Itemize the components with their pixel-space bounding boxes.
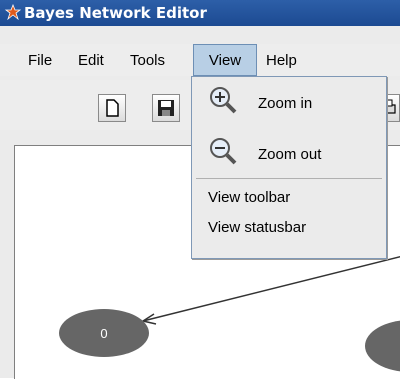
app-icon: [4, 4, 22, 21]
zoom-out-label: Zoom out: [258, 146, 322, 163]
view-toolbar-label: View toolbar: [208, 189, 291, 206]
menu-file[interactable]: File: [24, 48, 56, 74]
zoom-out-icon: [210, 138, 237, 165]
menu-item-zoom-in[interactable]: Zoom in: [192, 85, 386, 129]
menu-view[interactable]: View: [193, 44, 257, 76]
edge-arrow: [142, 255, 400, 322]
save-icon: [158, 100, 174, 116]
window-title: Bayes Network Editor: [24, 4, 207, 22]
network-node-partial[interactable]: [365, 320, 400, 372]
menu-item-view-toolbar[interactable]: View toolbar: [192, 187, 386, 211]
menu-tools[interactable]: Tools: [126, 48, 169, 74]
zoom-in-icon: [210, 87, 237, 114]
zoom-in-label: Zoom in: [258, 95, 313, 112]
app-window: Bayes Network Editor File Edit Tools Vie…: [0, 0, 400, 379]
view-menu-dropdown: Zoom in Zoom out View toolbar View statu…: [191, 76, 387, 259]
view-statusbar-label: View statusbar: [208, 219, 307, 236]
new-file-icon: [106, 99, 119, 117]
new-file-button[interactable]: [98, 94, 126, 122]
menu-item-view-statusbar[interactable]: View statusbar: [192, 217, 386, 241]
node-label: 0: [100, 326, 107, 341]
title-bar: Bayes Network Editor: [0, 0, 400, 26]
menu-bar: File Edit Tools View Help: [0, 44, 400, 76]
menu-edit[interactable]: Edit: [74, 48, 108, 74]
menu-item-zoom-out[interactable]: Zoom out: [192, 134, 386, 178]
menu-help[interactable]: Help: [262, 48, 301, 74]
menu-separator: [196, 178, 382, 179]
save-button[interactable]: [152, 94, 180, 122]
